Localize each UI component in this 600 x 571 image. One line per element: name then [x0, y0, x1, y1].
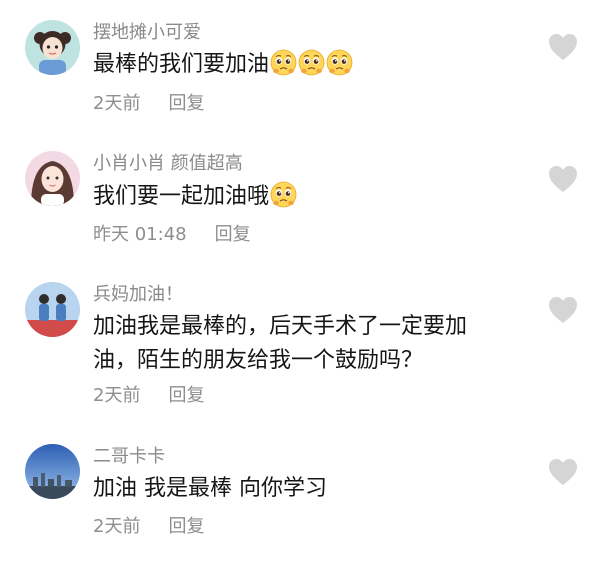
comment-time: 2天前	[93, 385, 141, 406]
reply-button[interactable]: 回复	[168, 93, 204, 115]
username[interactable]: 兵妈加油！	[93, 284, 183, 306]
username[interactable]: 二哥卡卡	[93, 446, 165, 468]
avatar[interactable]	[25, 444, 80, 499]
pleading-emoji-icon	[326, 49, 353, 76]
comment-meta: 2天前 回复	[93, 385, 204, 407]
reply-button[interactable]: 回复	[215, 224, 251, 246]
comment-text-line: 加油 我是最棒 向你学习	[93, 476, 327, 501]
comment-text: 我们要一起加油哦	[93, 180, 513, 214]
comment-text-line: 油，陌生的朋友给我一个鼓励吗？	[93, 348, 424, 373]
heart-icon[interactable]	[548, 33, 578, 61]
comment-text-line: 我们要一起加油哦	[93, 180, 513, 214]
comment-text: 加油我是最棒的，后天手术了一定要加 油，陌生的朋友给我一个鼓励吗？	[93, 310, 513, 378]
comment-meta: 昨天 01:48 回复	[93, 224, 251, 246]
comment-text-segment: 最棒的我们要加油	[93, 52, 270, 77]
reply-button[interactable]: 回复	[168, 516, 204, 538]
username[interactable]: 小肖小肖 颜值超高	[93, 153, 243, 175]
comment-text-segment: 我们要一起加油哦	[93, 184, 270, 209]
comment-text: 最棒的我们要加油	[93, 48, 513, 82]
avatar[interactable]	[25, 282, 80, 337]
comment-time: 昨天 01:48	[93, 224, 187, 245]
pleading-emoji-icon	[270, 49, 297, 76]
username[interactable]: 摆地摊小可爱	[93, 22, 201, 44]
avatar[interactable]	[25, 151, 80, 206]
comment-text-line: 加油我是最棒的，后天手术了一定要加	[93, 314, 468, 339]
pleading-emoji-icon	[298, 49, 325, 76]
heart-icon[interactable]	[548, 296, 578, 324]
heart-icon[interactable]	[548, 165, 578, 193]
comment-time: 2天前	[93, 516, 141, 537]
comment-text-line: 最棒的我们要加油	[93, 48, 513, 82]
pleading-emoji-icon	[270, 181, 297, 208]
heart-icon[interactable]	[548, 458, 578, 486]
comment-meta: 2天前 回复	[93, 516, 204, 538]
comment-meta: 2天前 回复	[93, 93, 204, 115]
comment-time: 2天前	[93, 93, 141, 114]
reply-button[interactable]: 回复	[168, 385, 204, 407]
comment-text: 加油 我是最棒 向你学习	[93, 472, 513, 506]
avatar[interactable]	[25, 20, 80, 75]
